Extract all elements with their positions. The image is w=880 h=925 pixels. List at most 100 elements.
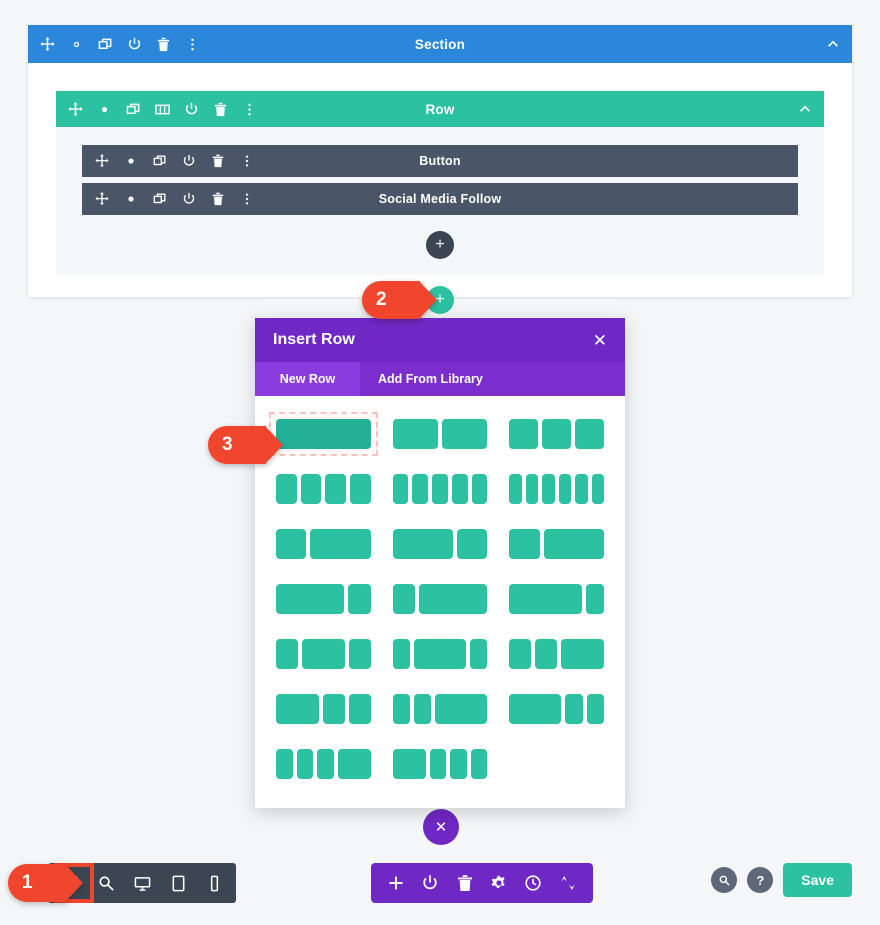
columns-icon[interactable] xyxy=(155,102,170,117)
power-icon[interactable] xyxy=(184,102,199,117)
layout-option-quarter-quarter-half-b[interactable] xyxy=(386,687,495,731)
layout-option-quarter-half-quarter[interactable] xyxy=(269,632,378,676)
layout-column xyxy=(337,749,371,779)
duplicate-icon[interactable] xyxy=(152,154,167,169)
row-toolbar[interactable]: Row xyxy=(56,91,824,127)
gear-icon[interactable] xyxy=(69,37,84,52)
phone-icon[interactable] xyxy=(196,863,232,903)
move-icon[interactable] xyxy=(68,101,83,117)
layout-option-3-column-equal[interactable] xyxy=(502,412,611,456)
duplicate-icon[interactable] xyxy=(98,37,113,52)
layout-column xyxy=(300,474,322,504)
layout-option-three-quarters-one-quarter[interactable] xyxy=(269,577,378,621)
add-module-button[interactable]: + xyxy=(426,231,454,259)
main-toolbar xyxy=(371,863,593,903)
module-social-media-follow[interactable]: Social Media Follow xyxy=(82,183,798,215)
layout-option-three-quarters-quarter-b[interactable] xyxy=(502,577,611,621)
dots-menu-icon[interactable] xyxy=(185,37,200,52)
layout-option-one-quarter-three-quarters[interactable] xyxy=(502,522,611,566)
layout-option-4-column-equal[interactable] xyxy=(269,467,378,511)
layout-preview xyxy=(392,639,488,669)
close-icon[interactable]: ✕ xyxy=(593,332,607,349)
trash-icon[interactable] xyxy=(210,192,225,207)
power-icon[interactable] xyxy=(418,871,442,895)
tab-add-from-library[interactable]: Add From Library xyxy=(360,362,501,396)
layout-option-1-column[interactable] xyxy=(269,412,378,456)
layout-preview xyxy=(392,474,488,504)
gear-icon[interactable] xyxy=(487,871,511,895)
layout-column xyxy=(392,694,410,724)
layout-option-quarter-quarter-half[interactable] xyxy=(502,632,611,676)
layout-option-three-sixths-half[interactable] xyxy=(269,742,378,786)
layout-column xyxy=(535,639,557,669)
gear-icon[interactable] xyxy=(97,102,112,117)
dots-menu-icon[interactable] xyxy=(239,192,254,207)
layout-column xyxy=(560,639,604,669)
power-icon[interactable] xyxy=(181,192,196,207)
desktop-icon[interactable] xyxy=(124,863,160,903)
duplicate-icon[interactable] xyxy=(126,102,141,117)
layout-column xyxy=(509,639,531,669)
layout-option-6-column-equal[interactable] xyxy=(502,467,611,511)
layout-column xyxy=(412,474,429,504)
layout-option-quarter-half-quarter-b[interactable] xyxy=(386,632,495,676)
trash-icon[interactable] xyxy=(453,871,477,895)
power-icon[interactable] xyxy=(181,154,196,169)
section-toolbar[interactable]: Section xyxy=(28,25,852,63)
chevron-up-icon[interactable] xyxy=(826,37,840,51)
duplicate-icon[interactable] xyxy=(152,192,167,207)
trash-icon[interactable] xyxy=(156,37,171,52)
layout-preview xyxy=(392,419,488,449)
layout-option-half-quarter-quarter[interactable] xyxy=(269,687,378,731)
layout-column xyxy=(450,749,467,779)
power-icon[interactable] xyxy=(127,37,142,52)
layout-option-quarter-three-quarters[interactable] xyxy=(386,577,495,621)
layout-column xyxy=(429,749,447,779)
module-toolbar-icons xyxy=(94,192,254,207)
gear-icon[interactable] xyxy=(123,192,138,207)
layout-preview xyxy=(276,639,371,669)
layout-column xyxy=(542,474,555,504)
layout-column xyxy=(542,419,572,449)
layout-preview xyxy=(276,749,371,779)
layout-preview xyxy=(392,694,488,724)
layout-column xyxy=(392,749,426,779)
dots-menu-icon[interactable] xyxy=(242,102,257,117)
gear-icon[interactable] xyxy=(123,154,138,169)
tab-new-row[interactable]: New Row xyxy=(255,362,360,396)
layout-preview xyxy=(392,584,488,614)
layout-option-half-quarter-quarter-b[interactable] xyxy=(502,687,611,731)
layout-column xyxy=(575,419,604,449)
row-body: Button Social Media Follow + xyxy=(56,127,824,275)
layout-column xyxy=(392,529,454,559)
up-down-arrows-icon[interactable] xyxy=(556,871,580,895)
layout-option-two-thirds-one-third[interactable] xyxy=(386,522,495,566)
layout-column xyxy=(419,584,488,614)
move-icon[interactable] xyxy=(94,192,109,207)
layout-preview xyxy=(509,529,604,559)
magnifier-icon[interactable] xyxy=(88,863,124,903)
layout-column xyxy=(509,419,539,449)
layout-column xyxy=(509,694,562,724)
callout-marker-1-label: 1 xyxy=(8,864,83,902)
trash-icon[interactable] xyxy=(213,102,228,117)
trash-icon[interactable] xyxy=(210,154,225,169)
plus-icon[interactable] xyxy=(384,871,408,895)
save-button[interactable]: Save xyxy=(783,863,852,897)
help-icon[interactable]: ? xyxy=(747,867,774,893)
tablet-icon[interactable] xyxy=(160,863,196,903)
move-icon[interactable] xyxy=(40,36,55,52)
layout-column xyxy=(348,584,371,614)
layout-option-half-three-sixths[interactable] xyxy=(386,742,495,786)
module-button[interactable]: Button xyxy=(82,145,798,177)
chevron-up-icon[interactable] xyxy=(798,102,812,116)
search-icon[interactable] xyxy=(711,867,738,893)
layout-column xyxy=(276,474,297,504)
layout-option-one-third-two-thirds[interactable] xyxy=(269,522,378,566)
clock-icon[interactable] xyxy=(521,871,545,895)
dots-menu-icon[interactable] xyxy=(239,154,254,169)
layout-option-5-column-equal[interactable] xyxy=(386,467,495,511)
close-page-settings-button[interactable]: ✕ xyxy=(423,809,459,845)
move-icon[interactable] xyxy=(94,154,109,169)
layout-option-2-column-equal[interactable] xyxy=(386,412,495,456)
